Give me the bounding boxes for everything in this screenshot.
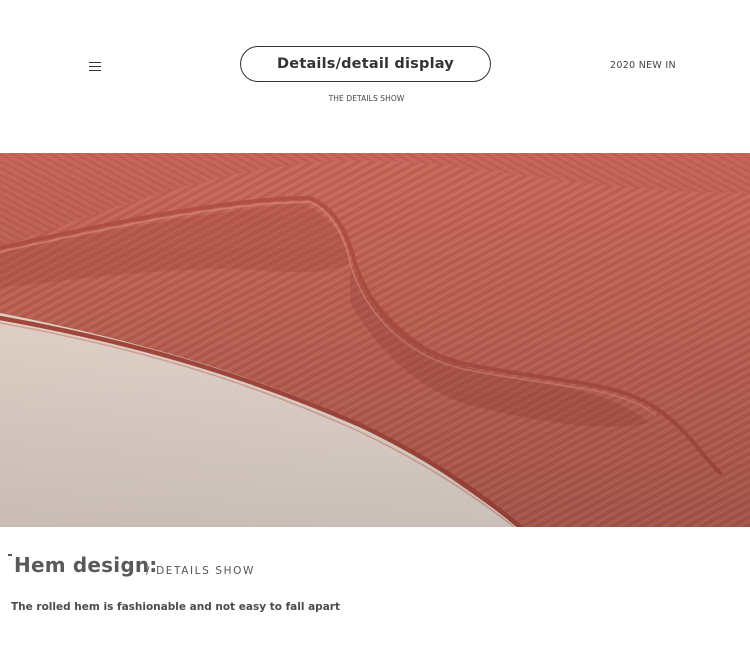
caption-mark (8, 554, 12, 556)
hamburger-menu-icon[interactable] (89, 62, 101, 71)
product-detail-photo (0, 153, 750, 527)
pill-label: Details/detail display (277, 56, 454, 72)
caption-subtitle: / DETAILS SHOW (146, 565, 255, 577)
details-display-pill: Details/detail display (240, 46, 491, 82)
pill-subtitle: THE DETAILS SHOW (328, 94, 405, 103)
caption-description: The rolled hem is fashionable and not ea… (11, 601, 340, 613)
caption-title: Hem design: (14, 553, 158, 577)
new-in-label: 2020 NEW IN (610, 60, 676, 71)
